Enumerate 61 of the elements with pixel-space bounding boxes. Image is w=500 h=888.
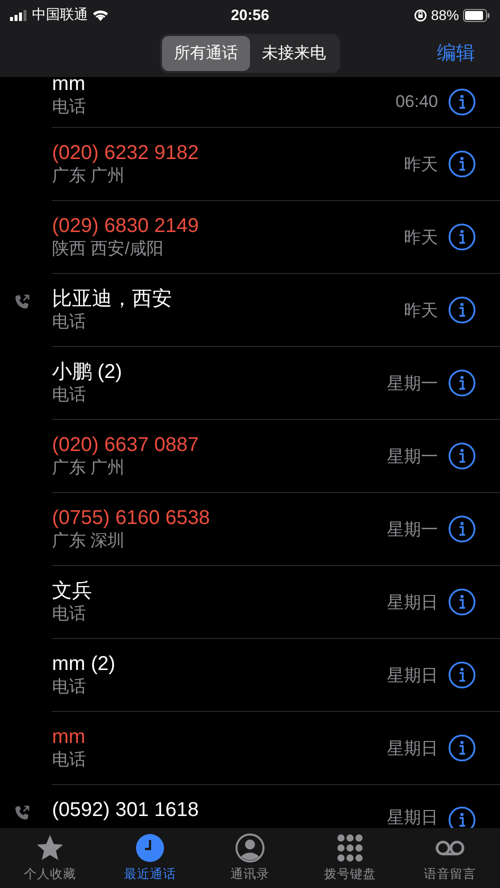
caller-label: 电话	[52, 384, 87, 406]
signal-icon	[10, 10, 28, 20]
info-icon[interactable]	[448, 806, 476, 828]
tab-item[interactable]: 通讯录	[200, 828, 300, 888]
tab-item[interactable]: 最近通话	[100, 828, 200, 888]
battery-icon	[463, 8, 490, 22]
caller-name: 文兵	[52, 579, 93, 603]
call-time: 星期日	[387, 807, 438, 828]
caller-label: 电话	[52, 676, 87, 698]
caller-name: 比亚迪，西安	[52, 287, 173, 311]
caller-name: mm (2)	[52, 652, 116, 676]
info-icon[interactable]	[448, 296, 476, 324]
caller-name: mm	[52, 725, 86, 749]
caller-label: 电话	[52, 311, 87, 333]
person-icon	[235, 833, 265, 863]
call-time: 星期日	[387, 592, 438, 614]
tab-item[interactable]: 个人收藏	[0, 828, 100, 888]
call-time: 星期一	[387, 518, 438, 540]
caller-name: (029) 6830 2149	[52, 214, 200, 238]
info-icon[interactable]	[448, 223, 476, 251]
caller-label: 广东 广州	[52, 457, 126, 479]
rotation-lock-icon	[414, 8, 427, 22]
caller-name: mm	[52, 77, 86, 96]
call-time: 星期一	[387, 372, 438, 394]
call-time: 星期一	[387, 446, 438, 468]
caller-label: 广东 深圳	[52, 530, 126, 552]
caller-name: (0592) 301 1618	[52, 798, 200, 822]
info-icon[interactable]	[448, 515, 476, 543]
info-icon[interactable]	[448, 734, 476, 762]
tab-item[interactable]: 语音留言	[400, 828, 500, 888]
info-icon[interactable]	[448, 150, 476, 178]
caller-name: (020) 6637 0887	[52, 433, 200, 457]
edit-button[interactable]: 编辑	[437, 40, 475, 66]
info-icon[interactable]	[448, 588, 476, 616]
caller-name: (0755) 6160 6538	[52, 506, 211, 530]
clock-time: 20:56	[230, 6, 270, 24]
call-time: 昨天	[404, 226, 438, 248]
caller-label: 广东 广州	[52, 165, 126, 187]
segment-tab[interactable]: 所有通话	[162, 36, 250, 71]
info-icon[interactable]	[448, 369, 476, 397]
caller-name: (020) 6232 9182	[52, 141, 200, 165]
call-time: 昨天	[404, 300, 438, 322]
caller-label: 陕西 西安/咸阳	[52, 238, 164, 260]
info-icon[interactable]	[448, 661, 476, 689]
caller-label: 电话	[52, 749, 87, 771]
call-time: 星期日	[387, 738, 438, 760]
keypad-icon	[335, 833, 365, 863]
clock-icon	[135, 833, 165, 863]
carrier-name: 中国联通	[32, 6, 88, 24]
wifi-icon	[92, 9, 109, 21]
info-icon[interactable]	[448, 442, 476, 470]
battery-percentage: 88%	[430, 7, 459, 23]
caller-label: 电话	[52, 96, 87, 118]
tab-item[interactable]: 拨号键盘	[300, 828, 400, 888]
call-time: 昨天	[404, 154, 438, 176]
call-time: 星期日	[387, 664, 438, 686]
caller-name: 小鹏 (2)	[52, 360, 123, 384]
caller-label: 电话	[52, 603, 87, 625]
call-time: 06:40	[395, 92, 438, 112]
info-icon[interactable]	[448, 88, 476, 116]
segment-tab[interactable]: 未接来电	[250, 36, 338, 71]
